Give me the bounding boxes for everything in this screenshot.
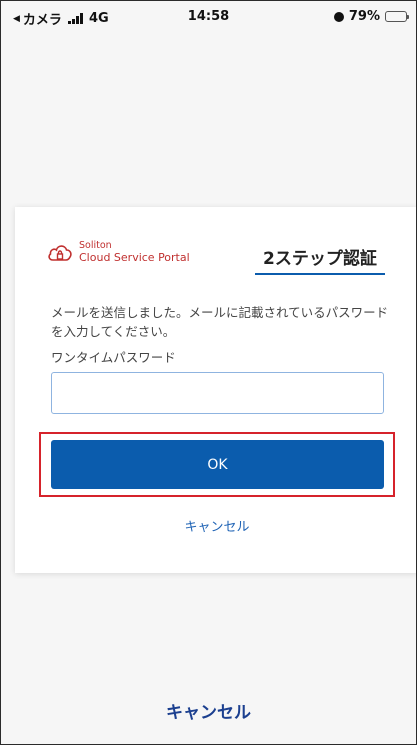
- battery-icon: [385, 11, 409, 22]
- otp-input[interactable]: [51, 372, 384, 414]
- instruction-message: メールを送信しました。メールに記載されているパスワードを入力してください。: [51, 305, 389, 339]
- brand-logo: Soliton Cloud Service Portal: [47, 240, 190, 264]
- bottom-cancel-button[interactable]: キャンセル: [1, 698, 416, 723]
- dialog-title: 2ステップ認証: [263, 249, 377, 269]
- dialog-cancel-link[interactable]: キャンセル: [1, 516, 416, 535]
- status-bar: ◀ カメラ 4G 14:58 79%: [1, 1, 416, 35]
- cloud-lock-icon: [48, 245, 72, 261]
- battery-percent: 79%: [348, 9, 380, 24]
- brand-text: Soliton Cloud Service Portal: [79, 240, 190, 264]
- phone-screen: ◀ カメラ 4G 14:58 79% Soliton Cloud Service…: [0, 0, 417, 745]
- ok-button[interactable]: OK: [51, 440, 384, 489]
- brand-name-line2: Cloud Service Portal: [79, 251, 190, 264]
- alarm-icon: [333, 11, 344, 22]
- otp-label: ワンタイムパスワード: [51, 350, 176, 365]
- title-underline: [255, 273, 385, 275]
- status-right: 79%: [333, 9, 409, 24]
